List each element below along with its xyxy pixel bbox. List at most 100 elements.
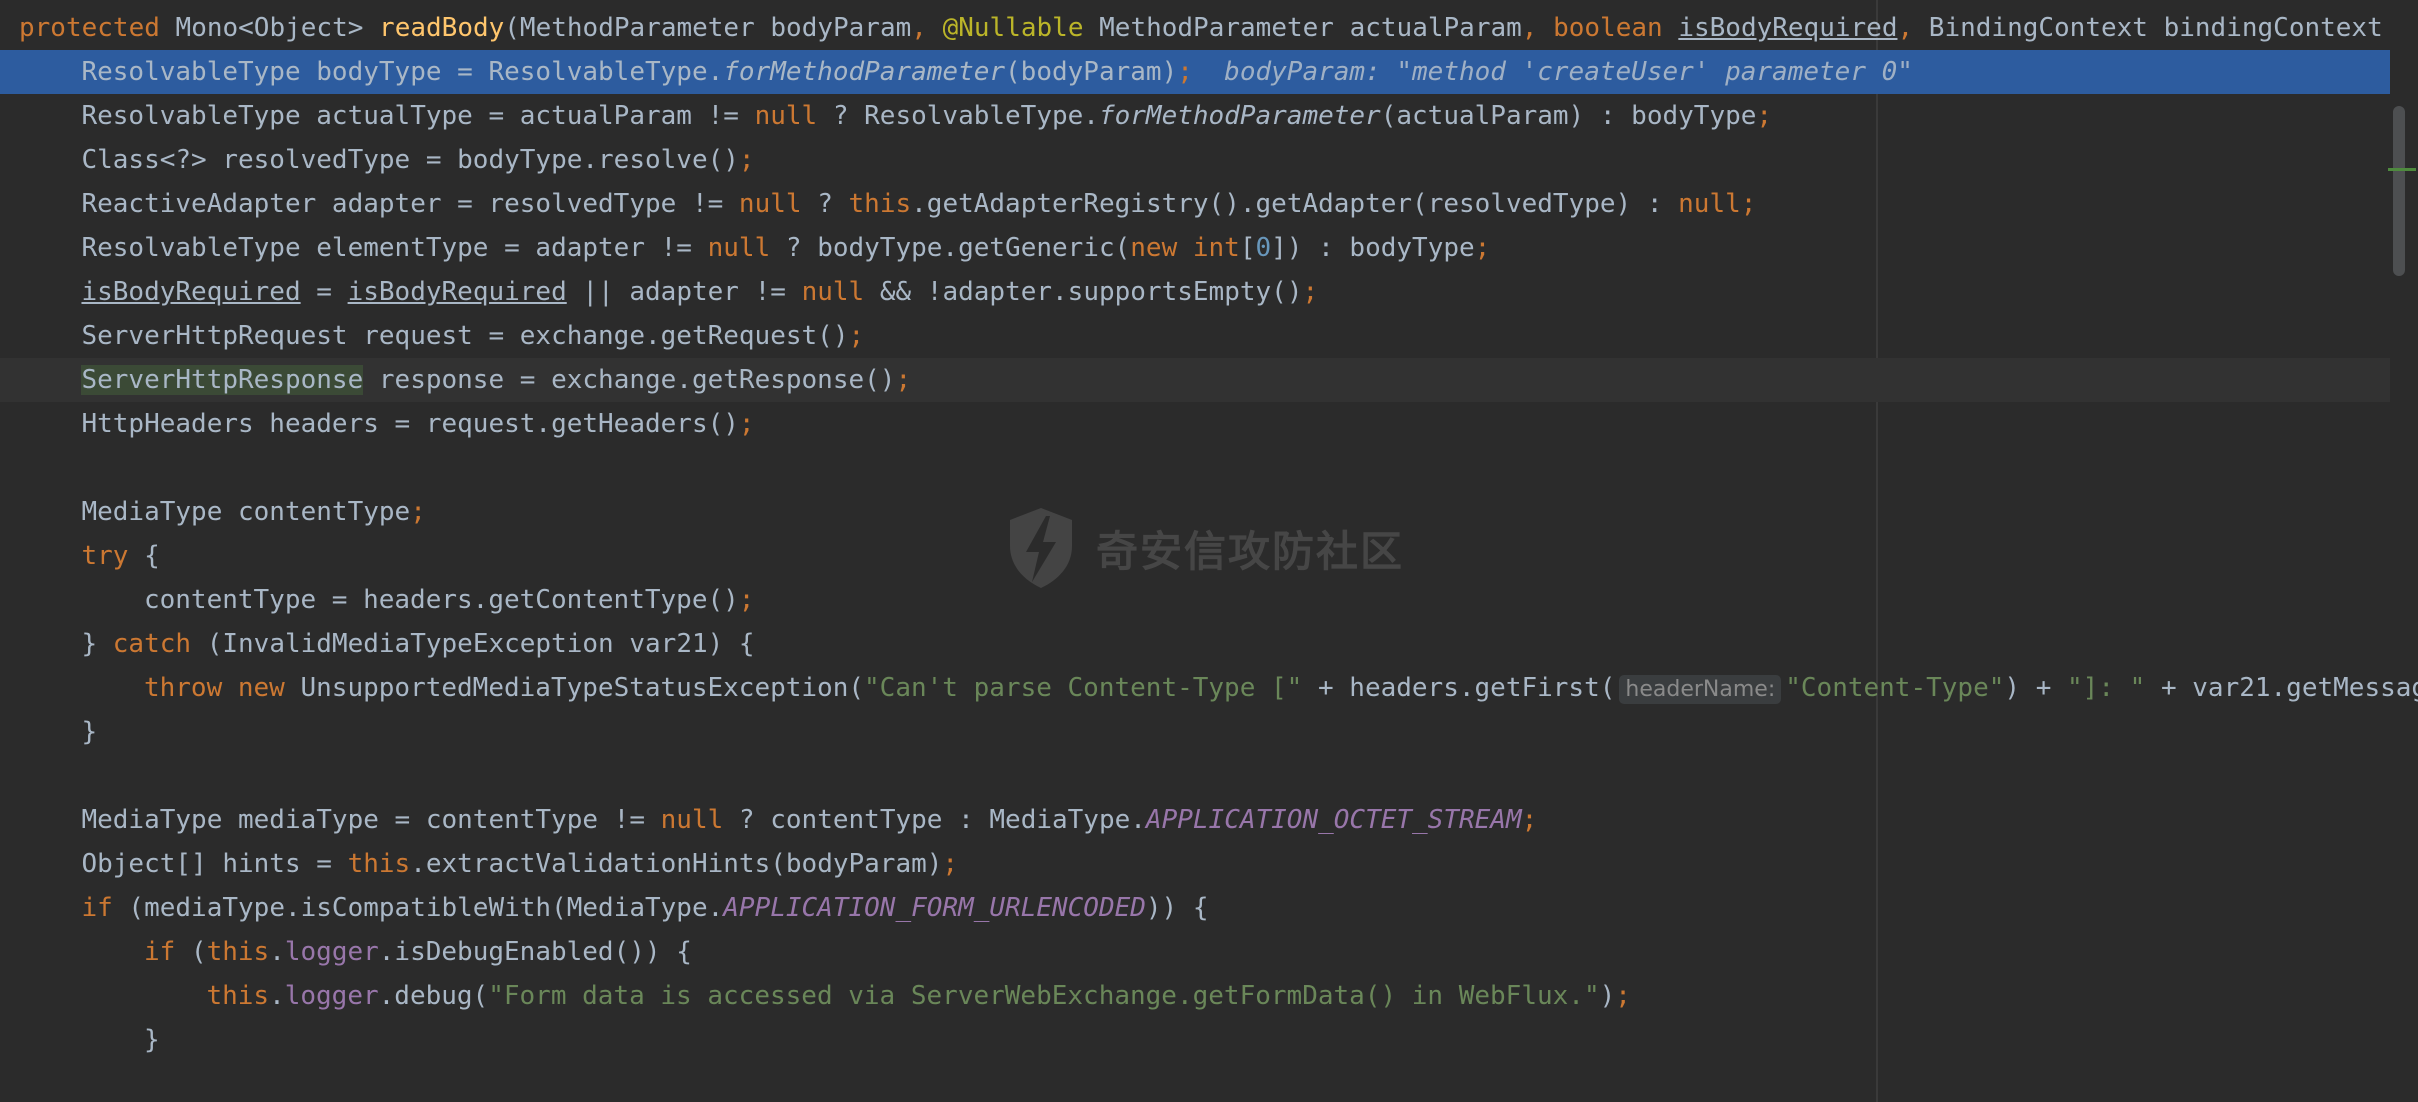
code-token: { [128, 541, 160, 571]
code-token: ; [738, 145, 755, 175]
code-token: try [81, 541, 129, 571]
code-token: ; [738, 409, 755, 439]
code-token: ) + [2004, 673, 2068, 703]
code-token: ]) : bodyType [1271, 233, 1475, 263]
code-token: ; [1521, 805, 1538, 835]
code-token: ) [1599, 981, 1616, 1011]
code-token: (InvalidMediaTypeException var21) { [191, 629, 755, 659]
code-line[interactable]: protected Mono<Object> readBody(MethodPa… [0, 6, 2390, 50]
code-token: "Form data is accessed via ServerWebExch… [488, 981, 1600, 1011]
code-token: null [738, 189, 802, 219]
code-line[interactable]: } catch (InvalidMediaTypeException var21… [0, 622, 2390, 666]
code-line[interactable]: MediaType mediaType = contentType != nul… [0, 798, 2390, 842]
code-token: ; [738, 585, 755, 615]
code-line[interactable] [0, 754, 2390, 798]
code-line[interactable]: this.logger.debug("Form data is accessed… [0, 974, 2390, 1018]
code-editor[interactable]: protected Mono<Object> readBody(MethodPa… [0, 0, 2418, 1102]
debug-inline-value: bodyParam: "method 'createUser' paramete… [1192, 57, 1913, 87]
code-token: Class<?> resolvedType = bodyType.resolve… [81, 145, 739, 175]
code-line[interactable]: throw new UnsupportedMediaTypeStatusExce… [0, 666, 2418, 710]
code-token: null [707, 233, 771, 263]
code-line[interactable] [0, 446, 2390, 490]
code-line[interactable]: HttpHeaders headers = request.getHeaders… [0, 402, 2390, 446]
code-token: ; [848, 321, 865, 351]
code-token: ; [942, 849, 959, 879]
code-token: , [1521, 13, 1554, 43]
code-token: throw new [143, 673, 285, 703]
code-token: && !adapter.supportsEmpty() [864, 277, 1303, 307]
code-token: } [81, 717, 98, 747]
code-token: . [269, 937, 285, 967]
scrollbar-change-marker [2388, 168, 2416, 171]
code-token: if [81, 893, 113, 923]
code-line[interactable]: ResolvableType actualType = actualParam … [0, 94, 2390, 138]
code-token: null [754, 101, 818, 131]
code-token: logger [284, 937, 379, 967]
code-token: this [347, 849, 411, 879]
code-token: (actualParam) : bodyType [1380, 101, 1757, 131]
code-token: this [206, 937, 270, 967]
code-token: forMethodParameter [1098, 101, 1381, 131]
code-token: Object[] hints = [81, 849, 348, 879]
code-token: ServerHttpResponse [81, 365, 364, 395]
code-token: APPLICATION_OCTET_STREAM [1145, 805, 1522, 835]
code-line[interactable]: ServerHttpRequest request = exchange.get… [0, 314, 2390, 358]
code-token: MethodParameter actualParam [1083, 13, 1522, 43]
code-token: HttpHeaders headers = request.getHeaders… [81, 409, 739, 439]
code-line[interactable]: ResolvableType elementType = adapter != … [0, 226, 2390, 270]
code-token: ; [895, 365, 912, 395]
code-token: ; [410, 497, 426, 527]
code-line[interactable]: if (mediaType.isCompatibleWith(MediaType… [0, 886, 2390, 930]
code-token: APPLICATION_FORM_URLENCODED [723, 893, 1146, 923]
code-token: @Nullable [942, 13, 1084, 43]
code-line[interactable]: if (this.logger.isDebugEnabled()) { [0, 930, 2390, 974]
code-token: contentType = headers.getContentType() [143, 585, 739, 615]
vertical-scrollbar-thumb[interactable] [2393, 106, 2405, 276]
code-line[interactable]: Object[] hints = this.extractValidationH… [0, 842, 2390, 886]
code-token: [ [1239, 233, 1256, 263]
code-token: ResolvableType bodyType = ResolvableType… [81, 57, 724, 87]
code-token: "Can't parse Content-Type [" [864, 673, 1303, 703]
code-line[interactable]: ReactiveAdapter adapter = resolvedType !… [0, 182, 2390, 226]
code-line[interactable]: } [0, 1018, 2390, 1062]
code-token: ? bodyType.getGeneric( [770, 233, 1131, 263]
code-token: ; [1177, 57, 1193, 87]
code-token: this [206, 981, 270, 1011]
code-token: .getAdapterRegistry().getAdapter(resolve… [911, 189, 1679, 219]
code-token: MediaType mediaType = contentType != [81, 805, 661, 835]
lightning-shield-icon [1010, 508, 1072, 588]
code-line[interactable]: Class<?> resolvedType = bodyType.resolve… [0, 138, 2390, 182]
code-line[interactable]: } [0, 710, 2390, 754]
code-token: new int [1130, 233, 1240, 263]
code-token: forMethodParameter [723, 57, 1006, 87]
code-token: } [143, 1025, 160, 1055]
caret-line[interactable]: ServerHttpResponse response = exchange.g… [0, 358, 2390, 402]
code-token: || adapter != [566, 277, 802, 307]
code-token: null; [1678, 189, 1757, 219]
code-token: if [143, 937, 176, 967]
execution-point-line[interactable]: ResolvableType bodyType = ResolvableType… [0, 50, 2390, 94]
code-token: "]: " [2067, 673, 2146, 703]
code-token: , [911, 13, 943, 43]
code-token: readBody [379, 13, 505, 43]
code-token: this [848, 189, 912, 219]
code-token: ? contentType : MediaType. [723, 805, 1146, 835]
code-token: .debug( [378, 981, 489, 1011]
code-token: .isDebugEnabled()) { [378, 937, 692, 967]
code-token: (mediaType.isCompatibleWith(MediaType. [112, 893, 724, 923]
parameter-hint: headerName: [1619, 675, 1782, 704]
code-token: boolean [1553, 13, 1663, 43]
code-token: BindingContext bindingContext [1928, 13, 2383, 43]
watermark-text: 奇安信攻防社区 [1096, 526, 1405, 576]
code-token: catch [112, 629, 192, 659]
code-token: ResolvableType actualType = actualParam … [81, 101, 755, 131]
code-token: response = exchange.getResponse() [363, 365, 896, 395]
code-line[interactable]: isBodyRequired = isBodyRequired || adapt… [0, 270, 2390, 314]
code-token: . [269, 981, 285, 1011]
code-token: ; [1615, 981, 1631, 1011]
code-token: ? ResolvableType. [817, 101, 1099, 131]
code-token: protected [19, 13, 160, 43]
code-token: isBodyRequired [347, 277, 567, 307]
code-token: .extractValidationHints(bodyParam) [410, 849, 943, 879]
